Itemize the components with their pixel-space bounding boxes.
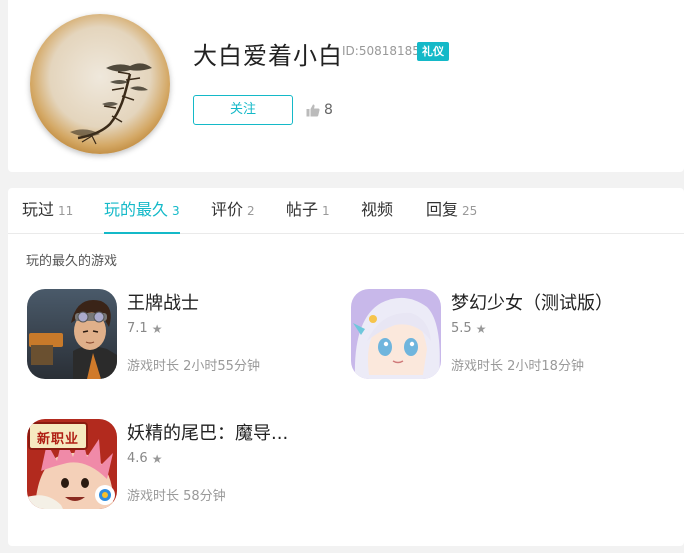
tab-label: 回复: [426, 200, 459, 219]
follow-button[interactable]: 关注: [193, 95, 293, 125]
status-badge: 礼仪: [417, 42, 449, 61]
tab-bar: 玩过 11 玩的最久 3 评价 2 帖子 1 视频 回复 25: [8, 188, 684, 234]
rating-value: 4.6: [127, 451, 148, 466]
play-duration: 游戏时长 2小时55分钟: [127, 359, 260, 374]
tab-played[interactable]: 玩过 11: [22, 188, 73, 234]
star-icon: ★: [151, 451, 163, 466]
play-duration: 游戏时长 58分钟: [127, 489, 226, 504]
profile-card: 大白爱着小白 ID:50818185 礼仪 关注 8: [8, 0, 684, 172]
game-rating: 4.6 ★: [127, 451, 162, 466]
tab-posts[interactable]: 帖子 1: [286, 188, 330, 234]
tab-label: 玩的最久: [104, 200, 169, 219]
like-count: 8: [324, 102, 333, 118]
username: 大白爱着小白: [193, 42, 343, 70]
user-id: ID:50818185: [342, 44, 420, 58]
tab-videos[interactable]: 视频: [361, 188, 393, 234]
tab-reviews[interactable]: 评价 2: [211, 188, 255, 234]
tab-played-longest[interactable]: 玩的最久 3: [104, 188, 180, 234]
tab-count: 2: [247, 204, 255, 218]
game-card-menghuan[interactable]: 梦幻少女（测试版） 5.5 ★ 游戏时长 2小时18分钟: [351, 289, 651, 381]
rating-value: 7.1: [127, 321, 148, 336]
tab-count: 11: [58, 204, 74, 218]
content-card: 玩过11 玩的最久3 评价2 帖子1 视频 回复25 玩的最久的游戏: [8, 188, 684, 546]
like-counter[interactable]: 8: [306, 100, 333, 120]
game-rating: 7.1 ★: [127, 321, 162, 336]
pine-tree-painting-icon: [70, 63, 152, 145]
star-icon: ★: [475, 321, 487, 336]
section-title: 玩的最久的游戏: [26, 254, 118, 269]
tab-label: 帖子: [286, 200, 319, 219]
tab-label: 视频: [361, 200, 394, 219]
tab-count: 1: [322, 204, 330, 218]
game-name[interactable]: 梦幻少女（测试版）: [451, 289, 613, 315]
game-rating: 5.5 ★: [451, 321, 486, 336]
play-duration: 游戏时长 2小时18分钟: [451, 359, 584, 374]
game-name[interactable]: 妖精的尾巴：魔导...: [127, 419, 288, 445]
game-card-wangpai[interactable]: 王牌战士 7.1 ★ 游戏时长 2小时55分钟: [27, 289, 327, 381]
game-icon[interactable]: [27, 289, 117, 379]
tab-count: 3: [172, 204, 180, 218]
game-name[interactable]: 王牌战士: [127, 289, 199, 315]
rating-value: 5.5: [451, 321, 472, 336]
tab-label: 评价: [211, 200, 244, 219]
tab-label: 玩过: [22, 200, 55, 219]
thumbs-up-icon: [306, 104, 320, 117]
tab-replies[interactable]: 回复 25: [426, 188, 477, 234]
game-icon[interactable]: [351, 289, 441, 379]
tab-count: 25: [462, 204, 478, 218]
game-card-yaojing[interactable]: 新职业 妖精的尾巴：魔导... 4.6 ★ 游戏时长 58分钟: [27, 419, 327, 511]
game-icon[interactable]: 新职业: [27, 419, 117, 509]
soldier-character-icon: [27, 289, 117, 379]
star-icon: ★: [151, 321, 163, 336]
avatar[interactable]: [30, 14, 170, 154]
icon-label: 新职业: [36, 432, 79, 447]
anime-girl-icon: [351, 289, 441, 379]
